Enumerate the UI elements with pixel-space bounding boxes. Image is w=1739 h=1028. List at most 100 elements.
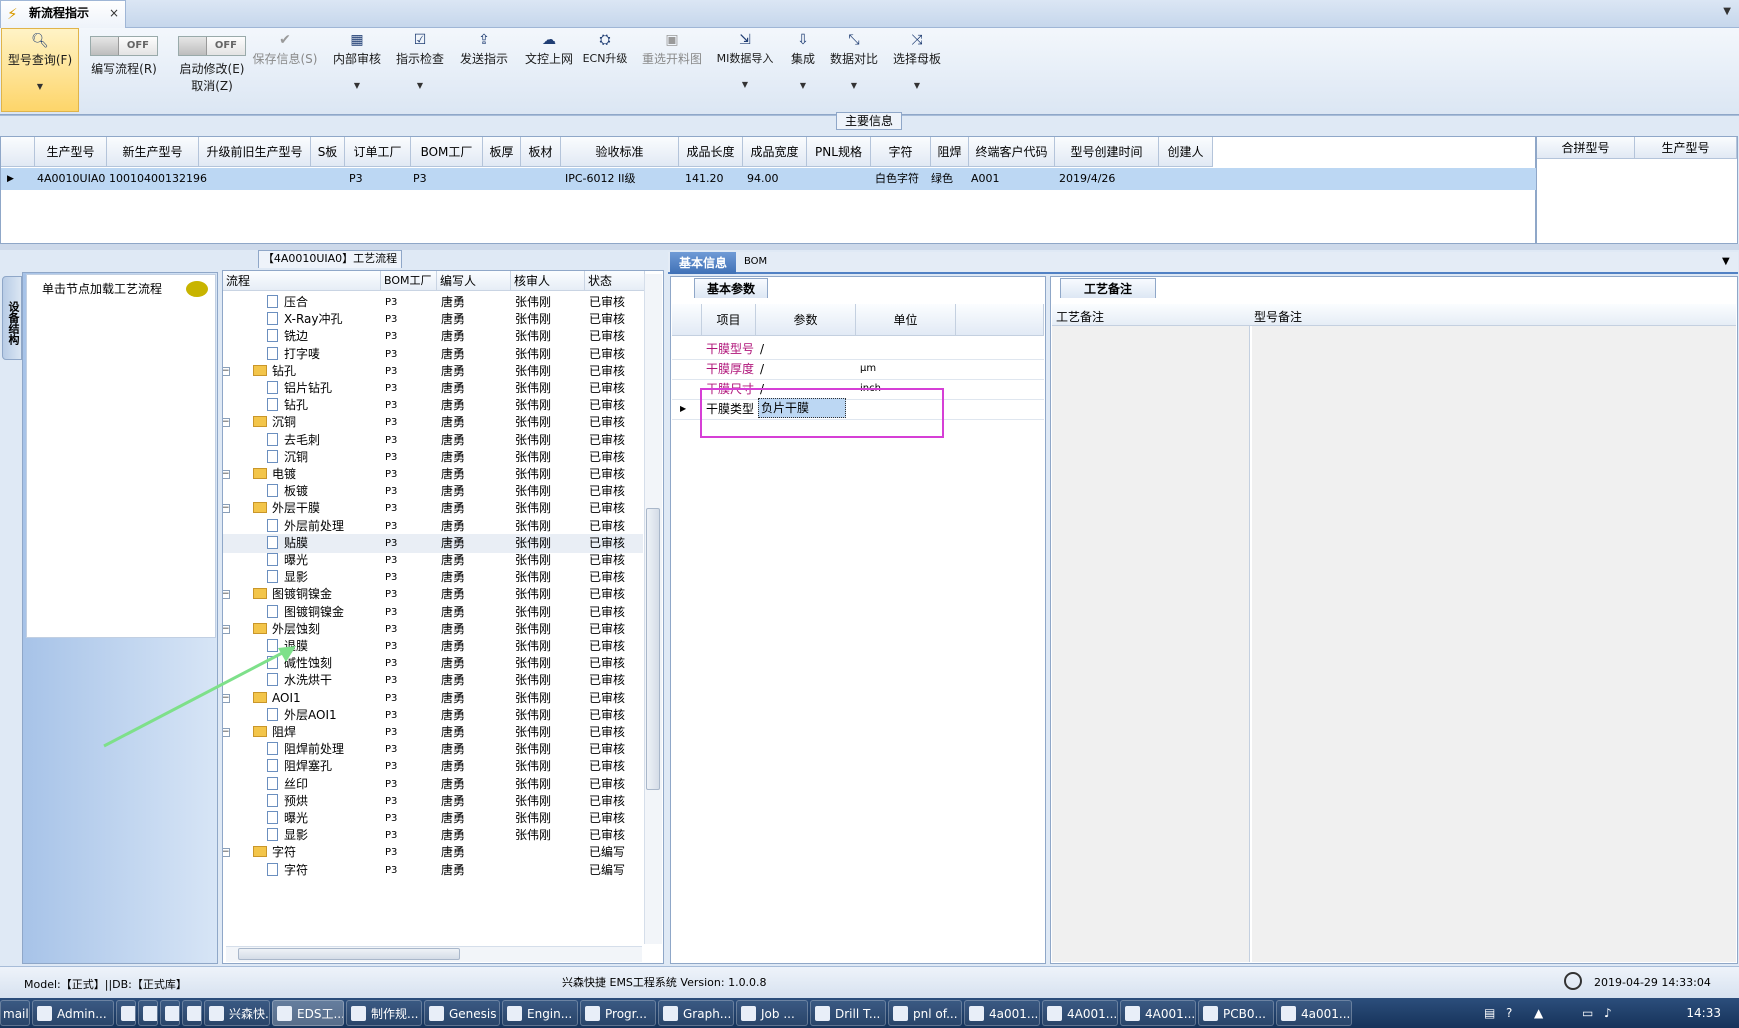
tree-row[interactable]: 丝印 P3 唐勇 张伟刚 已审核 — [223, 775, 643, 794]
tree-node-label[interactable]: 字符 — [284, 863, 308, 877]
tree-row[interactable]: 钻孔 P3 唐勇 张伟刚 已审核 — [223, 396, 643, 415]
tree-row[interactable]: 显影 P3 唐勇 张伟刚 已审核 — [223, 568, 643, 587]
save-info-button[interactable]: ✔ 保存信息(S) — [248, 28, 322, 112]
cell-customer[interactable]: A001 — [967, 169, 1000, 189]
tree-node-label[interactable]: 阻焊塞孔 — [284, 759, 332, 773]
tree-node-label[interactable]: 显影 — [284, 828, 308, 842]
col-prod[interactable]: 生产型号 — [35, 137, 107, 167]
tab-bom[interactable]: BOM — [744, 256, 767, 267]
toggle-switch[interactable]: OFF — [90, 36, 158, 56]
taskbar-button[interactable]: mail — [0, 1000, 30, 1026]
col-merge-model[interactable]: 合拼型号 — [1537, 137, 1635, 159]
taskbar-button[interactable] — [116, 1000, 136, 1026]
tree-collapse-toggle[interactable]: − — [223, 418, 230, 428]
auto-modify-toggle[interactable]: OFF 启动修改(E) 取消(Z) — [166, 28, 258, 112]
col-mask[interactable]: 阻焊 — [931, 137, 969, 167]
tree-row[interactable]: 沉铜 P3 唐勇 张伟刚 已审核 — [223, 448, 643, 467]
tree-row[interactable]: − 电镀 P3 唐勇 张伟刚 已审核 — [223, 465, 643, 484]
tree-node-label[interactable]: 外层蚀刻 — [272, 622, 320, 636]
cell-order-factory[interactable]: P3 — [345, 169, 363, 189]
tree-row[interactable]: 铝片钻孔 P3 唐勇 张伟刚 已审核 — [223, 379, 643, 398]
tab-menu-arrow-icon[interactable]: ▼ — [1722, 256, 1730, 267]
tree-node-label[interactable]: 板镀 — [284, 484, 308, 498]
cell-bom-factory[interactable]: P3 — [409, 169, 427, 189]
tree-row[interactable]: 贴膜 P3 唐勇 张伟刚 已审核 — [223, 533, 643, 553]
tree-node-label[interactable]: 沉铜 — [272, 415, 296, 429]
cell-length[interactable]: 141.20 — [681, 169, 724, 189]
col-oldprod[interactable]: 升级前旧生产型号 — [199, 137, 311, 167]
reselect-cut-drawing-button[interactable]: ▣ 重选开料图 — [636, 28, 708, 112]
tree-row[interactable]: − 外层蚀刻 P3 唐勇 张伟刚 已审核 — [223, 620, 643, 639]
table-row[interactable]: 干膜厚度 / μm — [672, 358, 1044, 380]
col-s[interactable]: S板 — [311, 137, 345, 167]
tree-node-label[interactable]: 外层干膜 — [272, 501, 320, 515]
col-thickness[interactable]: 板厚 — [483, 137, 521, 167]
data-compare-button[interactable]: ⤡ 数据对比 ▼ — [826, 28, 882, 112]
tree-row[interactable]: 预烘 P3 唐勇 张伟刚 已审核 — [223, 792, 643, 811]
main-info-label[interactable]: 主要信息 — [836, 112, 902, 130]
col-order-factory[interactable]: 订单工厂 — [345, 137, 411, 167]
tree-collapse-toggle[interactable]: − — [223, 504, 230, 514]
basic-col-unit[interactable]: 单位 — [856, 304, 956, 336]
tree-scroll-thumb[interactable] — [646, 508, 660, 790]
tree-row[interactable]: 曝光 P3 唐勇 张伟刚 已审核 — [223, 809, 643, 828]
document-tab[interactable]: ⚡ 新流程指示 × — [0, 0, 126, 28]
tree-collapse-toggle[interactable]: − — [223, 848, 230, 858]
taskbar-button[interactable]: Job ... — [736, 1000, 808, 1026]
doc-upload-button[interactable]: ☁ 文控上网 — [518, 28, 580, 112]
model-remark-textarea[interactable] — [1252, 326, 1736, 962]
tree-col-status[interactable]: 状态 — [585, 271, 645, 291]
cancel-label[interactable]: 取消(Z) — [166, 77, 258, 94]
taskbar-button[interactable] — [182, 1000, 202, 1026]
basic-params-tab[interactable]: 基本参数 — [694, 278, 768, 298]
taskbar-button[interactable] — [138, 1000, 158, 1026]
taskbar-button[interactable]: 4a001... — [964, 1000, 1040, 1026]
side-tab-device-structure[interactable]: 设备结构 — [2, 276, 22, 360]
window-menu-arrow-icon[interactable]: ▼ — [1723, 6, 1731, 17]
tree-col-bom[interactable]: BOM工厂 — [381, 271, 437, 291]
tree-node-label[interactable]: 沉铜 — [284, 450, 308, 464]
tree-node-label[interactable]: 丝印 — [284, 777, 308, 791]
taskbar-button[interactable]: EDS工... — [272, 1000, 344, 1026]
tree-row[interactable]: 显影 P3 唐勇 张伟刚 已审核 — [223, 826, 643, 845]
taskbar-button[interactable] — [160, 1000, 180, 1026]
tray-app-icon[interactable]: ▤ — [1484, 1006, 1495, 1020]
taskbar-button[interactable]: pnl of... — [888, 1000, 962, 1026]
taskbar-button[interactable]: Graph... — [658, 1000, 734, 1026]
taskbar-button[interactable]: Genesis — [424, 1000, 500, 1026]
internal-audit-button[interactable]: ▦ 内部审核 ▼ — [326, 28, 388, 112]
col-customer[interactable]: 终端客户代码 — [969, 137, 1055, 167]
tray-expand-icon[interactable]: ▲ — [1534, 1006, 1543, 1020]
send-instruction-button[interactable]: ⇪ 发送指示 — [454, 28, 514, 112]
taskbar-button[interactable]: PCB0... — [1198, 1000, 1274, 1026]
tree-row[interactable]: 去毛刺 P3 唐勇 张伟刚 已审核 — [223, 431, 643, 450]
tree-node-label[interactable]: 预烘 — [284, 794, 308, 808]
structure-tree-area[interactable] — [26, 274, 216, 638]
remarks-tab[interactable]: 工艺备注 — [1060, 278, 1156, 298]
taskbar-button[interactable]: Drill T... — [810, 1000, 886, 1026]
taskbar-button[interactable]: Engin... — [502, 1000, 578, 1026]
instruction-check-button[interactable]: ☑ 指示检查 ▼ — [390, 28, 450, 112]
select-mother-board-button[interactable]: ⤨ 选择母板 ▼ — [888, 28, 946, 112]
tree-collapse-toggle[interactable]: − — [223, 624, 230, 634]
tree-node-label[interactable]: 贴膜 — [284, 536, 308, 550]
tree-hscroll-thumb[interactable] — [238, 948, 460, 960]
tree-node-label[interactable]: 铝片钻孔 — [284, 381, 332, 395]
cell-prod[interactable]: 4A0010UIA0 — [33, 169, 105, 189]
tree-row[interactable]: 打字唛 P3 唐勇 张伟刚 已审核 — [223, 345, 643, 364]
close-tab-icon[interactable]: × — [109, 1, 119, 25]
taskbar-button[interactable]: Progr... — [580, 1000, 656, 1026]
tree-row[interactable]: 字符 P3 唐勇 已编写 — [223, 861, 643, 880]
tree-node-label[interactable]: 外层前处理 — [284, 519, 344, 533]
taskbar-clock[interactable]: 14:33 — [1686, 1006, 1721, 1020]
tree-col-writer[interactable]: 编写人 — [437, 271, 511, 291]
toggle-switch[interactable]: OFF — [178, 36, 246, 56]
col-char[interactable]: 字符 — [871, 137, 931, 167]
col-merge-prod[interactable]: 生产型号 — [1635, 137, 1737, 159]
tree-node-label[interactable]: 电镀 — [272, 467, 296, 481]
tree-row[interactable]: 铣边 P3 唐勇 张伟刚 已审核 — [223, 327, 643, 346]
param-unit[interactable]: μm — [860, 358, 876, 380]
tree-node-label[interactable]: 曝光 — [284, 553, 308, 567]
tree-node-label[interactable]: X-Ray冲孔 — [284, 312, 342, 326]
tree-node-label[interactable]: 显影 — [284, 570, 308, 584]
